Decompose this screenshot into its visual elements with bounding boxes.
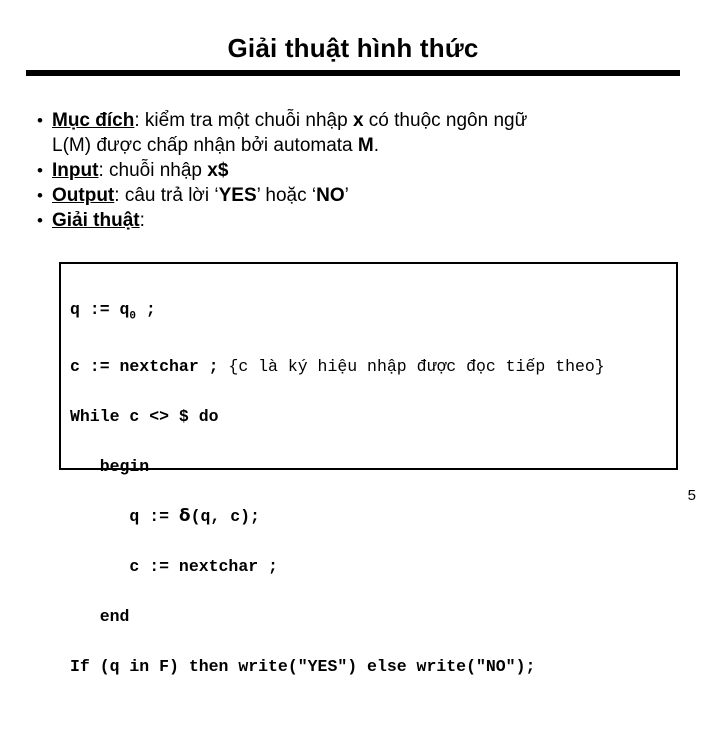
bullet-2-bold-input: x$ [207, 160, 229, 181]
code-line-8: If (q in F) then write("YES") else write… [70, 657, 536, 677]
bullet-1-line2-b: . [373, 135, 380, 156]
bullet-2-lead: Input [52, 160, 99, 181]
bullet-4-lead: Giải thuật [52, 210, 140, 231]
bullet-4-colon: : [139, 210, 145, 231]
code-line-2-comment: {c là ký hiệu nhập được đọc tiếp theo} [228, 357, 605, 377]
bullet-3-bold-no: NO [316, 185, 345, 206]
list-item: • Giải thuật: [28, 208, 688, 233]
list-item-text: Giải thuật: [52, 208, 688, 233]
code-line-5: q := δ(q, c); [70, 504, 676, 529]
pseudocode-box: q := q0 ; c := nextchar ; {c là ký hiệu … [59, 262, 678, 676]
bullet-3-bold-yes: YES [218, 185, 257, 206]
code-line-3: While c <> $ do [70, 407, 219, 427]
bullet-marker-icon: • [37, 161, 43, 180]
list-item-text: Mục đích: kiểm tra một chuỗi nhập x có t… [52, 108, 688, 158]
bullet-3-rest-a: câu trả lời ‘ [119, 185, 219, 206]
slide-canvas: Giải thuật hình thức • Mục đích: kiểm tr… [0, 0, 720, 676]
list-item: • Input: chuỗi nhập x$ [28, 158, 688, 183]
delta-symbol: δ [178, 506, 191, 527]
code-line-2: c := nextchar ; {c là ký hiệu nhập được … [70, 354, 676, 379]
bullet-1-rest-b: có thuộc ngôn ngữ [363, 110, 528, 131]
bullet-marker-icon: • [37, 211, 43, 230]
page-number: 5 [687, 487, 696, 504]
bullet-list: • Mục đích: kiểm tra một chuỗi nhập x có… [28, 108, 688, 233]
bullet-2-rest-a: chuỗi nhập [103, 160, 208, 181]
bullet-1-line2-a: L(M) được chấp nhận bởi automata [52, 135, 358, 156]
bullet-marker-icon: • [37, 186, 43, 205]
code-line-5-b: (q, c); [190, 507, 260, 527]
title-divider [26, 70, 680, 76]
bullet-marker-icon: • [37, 111, 43, 130]
bullet-1-bold-x: x [352, 110, 364, 131]
bullet-1-rest-a: kiểm tra một chuỗi nhập [139, 110, 353, 131]
list-item: • Output: câu trả lời ‘YES’ hoặc ‘NO’ [28, 183, 688, 208]
bullet-3-rest-c: ’ [344, 185, 349, 206]
code-line-6: c := nextchar ; [70, 557, 278, 577]
code-line-1: q := q0 ; [70, 297, 676, 329]
bullet-1-lead: Mục đích [52, 110, 135, 131]
bullet-1-bold-m: M [357, 135, 374, 156]
page-title: Giải thuật hình thức [227, 33, 479, 63]
list-item-text: Output: câu trả lời ‘YES’ hoặc ‘NO’ [52, 183, 688, 208]
list-item-text: Input: chuỗi nhập x$ [52, 158, 688, 183]
pseudocode-content: q := q0 ; c := nextchar ; {c là ký hiệu … [61, 264, 676, 729]
code-line-1-b: ; [136, 300, 156, 319]
code-line-2-statement: c := nextchar ; [70, 357, 229, 377]
code-line-4: begin [70, 457, 150, 477]
code-line-1-a: q := q [70, 300, 130, 319]
bullet-3-lead: Output [52, 185, 115, 206]
list-item: • Mục đích: kiểm tra một chuỗi nhập x có… [28, 108, 688, 158]
code-line-7: end [70, 607, 130, 627]
code-line-5-a: q := [70, 507, 179, 527]
bullet-3-rest-b: ’ hoặc ‘ [256, 185, 317, 206]
